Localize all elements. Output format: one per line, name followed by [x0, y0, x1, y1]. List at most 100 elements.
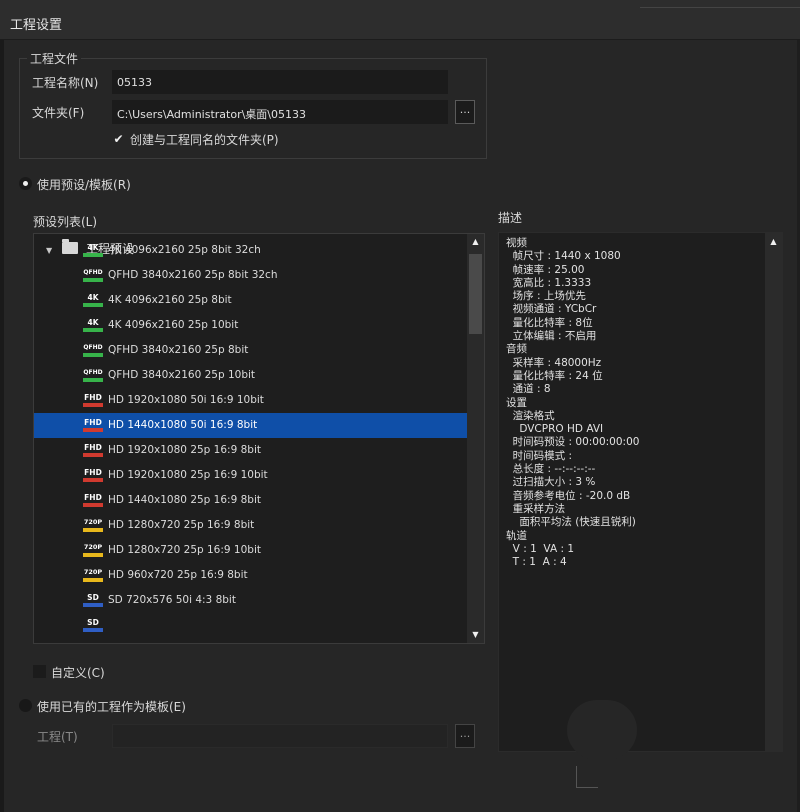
window-title: 工程设置 [10, 18, 63, 33]
preset-list-viewport: ▼ 工程预设 4K 4K 4096x2160 25p 8bit 32ch QFHD QF… [34, 234, 468, 643]
badge-color-bar [83, 528, 103, 532]
custom-checkbox[interactable] [33, 665, 46, 678]
badge-color-bar [83, 328, 103, 332]
resize-grip[interactable] [576, 766, 598, 788]
use-preset-radio[interactable] [19, 177, 32, 190]
project-template-label: 工程(T) [37, 730, 78, 744]
use-preset-label[interactable]: 使用预设/模板(R) [37, 176, 131, 193]
badge-color-bar [83, 478, 103, 482]
preset-format-badge-icon: 4K [83, 242, 103, 258]
preset-item[interactable]: 720P HD 1280x720 25p 16:9 8bit [34, 513, 468, 538]
preset-item[interactable]: SD SD 720x576 50i 4:3 8bit [34, 588, 468, 613]
preset-item-name: HD 1920x1080 25p 16:9 10bit [108, 469, 268, 481]
description-line: 帧速率 : 25.00 [506, 263, 585, 276]
description-scroll-up-icon[interactable]: ▲ [765, 237, 782, 246]
preset-item-name: HD 1280x720 25p 16:9 8bit [108, 519, 255, 531]
preset-format-badge-icon: QFHD [83, 342, 103, 358]
description-line: 渲染格式 [506, 409, 555, 422]
description-line: 视频通道 : YCbCr [506, 303, 597, 316]
badge-color-bar [83, 503, 103, 507]
description-line: 通道 : 8 [506, 383, 551, 396]
preset-item[interactable]: FHD HD 1920x1080 25p 16:9 8bit [34, 438, 468, 463]
preset-item-name: QFHD 3840x2160 25p 8bit [108, 344, 249, 356]
description-line: 立体编辑 : 不启用 [506, 330, 597, 343]
description-title: 描述 [498, 211, 523, 225]
preset-list[interactable]: ▼ 工程预设 4K 4K 4096x2160 25p 8bit 32ch QFHD QF… [33, 233, 485, 644]
description-scrollbar[interactable]: ▲ [765, 233, 782, 751]
badge-label: QFHD [83, 344, 103, 351]
custom-label[interactable]: 自定义(C) [51, 664, 105, 681]
preset-item[interactable]: FHD HD 1920x1080 50i 16:9 10bit [34, 388, 468, 413]
badge-label: SD [87, 618, 99, 627]
project-template-field[interactable] [112, 724, 448, 748]
badge-color-bar [83, 453, 103, 457]
title-bar-divider [640, 0, 800, 8]
preset-item[interactable]: 4K 4K 4096x2160 25p 8bit 32ch [34, 238, 468, 263]
preset-item[interactable]: 4K 4K 4096x2160 25p 8bit [34, 288, 468, 313]
description-line: 量化比特率 : 8位 [506, 316, 593, 329]
description-line: 量化比特率 : 24 位 [506, 369, 603, 382]
preset-format-badge-icon: FHD [83, 467, 103, 483]
preset-item[interactable]: 720P HD 960x720 25p 16:9 8bit [34, 563, 468, 588]
scroll-down-icon[interactable]: ▼ [467, 627, 484, 643]
title-bar: 工程设置 [0, 0, 800, 40]
description-line: 音频参考电位 : -20.0 dB [506, 489, 631, 502]
badge-color-bar [83, 403, 103, 407]
badge-label: FHD [84, 468, 102, 477]
preset-item-name: QFHD 3840x2160 25p 10bit [108, 369, 256, 381]
preset-item[interactable]: QFHD QFHD 3840x2160 25p 10bit [34, 363, 468, 388]
badge-label: QFHD [83, 369, 103, 376]
badge-color-bar [83, 603, 103, 607]
preset-item[interactable]: FHD HD 1920x1080 25p 16:9 10bit [34, 463, 468, 488]
preset-item[interactable]: FHD HD 1440x1080 25p 16:9 8bit [34, 488, 468, 513]
create-folder-label[interactable]: 创建与工程同名的文件夹(P) [130, 131, 279, 148]
create-folder-checkbox[interactable]: ✔ [112, 132, 125, 145]
description-text: 视频 帧尺寸 : 1440 x 1080 帧速率 : 25.00 宽高比 : 1… [506, 237, 639, 569]
badge-color-bar [83, 578, 103, 582]
use-existing-radio[interactable] [19, 699, 32, 712]
preset-item[interactable]: FHD HD 1440x1080 50i 16:9 8bit [34, 413, 468, 438]
badge-color-bar [83, 628, 103, 632]
badge-label: FHD [84, 443, 102, 452]
folder-field[interactable]: C:\Users\Administrator\桌面\05133 [112, 100, 448, 124]
project-template-browse-button[interactable]: ... [455, 724, 475, 748]
badge-label: 720P [83, 568, 103, 576]
badge-label: 4K [87, 243, 99, 252]
preset-format-badge-icon: FHD [83, 392, 103, 408]
preset-item[interactable]: 720P HD 1280x720 25p 16:9 10bit [34, 538, 468, 563]
preset-format-badge-icon: FHD [83, 442, 103, 458]
overlay-circle [567, 700, 637, 760]
scroll-thumb[interactable] [469, 254, 482, 334]
preset-format-badge-icon: QFHD [83, 367, 103, 383]
preset-item[interactable]: 4K 4K 4096x2160 25p 10bit [34, 313, 468, 338]
description-line: 采样率 : 48000Hz [506, 356, 602, 369]
description-line: V : 1 VA : 1 [506, 542, 575, 555]
preset-item-name: HD 1280x720 25p 16:9 10bit [108, 544, 261, 556]
preset-format-badge-icon: SD [83, 617, 103, 633]
preset-format-badge-icon: 720P [83, 542, 103, 558]
preset-item[interactable]: QFHD QFHD 3840x2160 25p 8bit [34, 338, 468, 363]
description-panel: 视频 帧尺寸 : 1440 x 1080 帧速率 : 25.00 宽高比 : 1… [498, 232, 783, 752]
badge-color-bar [83, 553, 103, 557]
preset-item-name: HD 1920x1080 25p 16:9 8bit [108, 444, 261, 456]
preset-format-badge-icon: 4K [83, 317, 103, 333]
preset-item[interactable]: SD [34, 613, 468, 638]
badge-label: SD [87, 593, 99, 602]
preset-item-name: 4K 4096x2160 25p 10bit [108, 319, 239, 331]
badge-color-bar [83, 303, 103, 307]
description-line: 帧尺寸 : 1440 x 1080 [506, 250, 621, 263]
project-name-label: 工程名称(N) [32, 76, 99, 90]
preset-item[interactable]: QFHD QFHD 3840x2160 25p 8bit 32ch [34, 263, 468, 288]
badge-label: 720P [83, 518, 103, 526]
use-existing-label[interactable]: 使用已有的工程作为模板(E) [37, 698, 186, 715]
folder-browse-button[interactable]: ... [455, 100, 475, 124]
preset-item-name: 4K 4096x2160 25p 8bit [108, 294, 232, 306]
project-name-field[interactable]: 05133 [112, 70, 448, 94]
description-line: 时间码预设 : 00:00:00:00 [506, 436, 640, 449]
preset-list-label: 预设列表(L) [33, 215, 98, 229]
preset-format-badge-icon: 720P [83, 517, 103, 533]
preset-item-name: HD 960x720 25p 16:9 8bit [108, 569, 248, 581]
badge-label: 4K [87, 293, 99, 302]
scroll-up-icon[interactable]: ▲ [467, 234, 484, 250]
preset-list-scrollbar[interactable]: ▲ ▼ [467, 234, 484, 643]
